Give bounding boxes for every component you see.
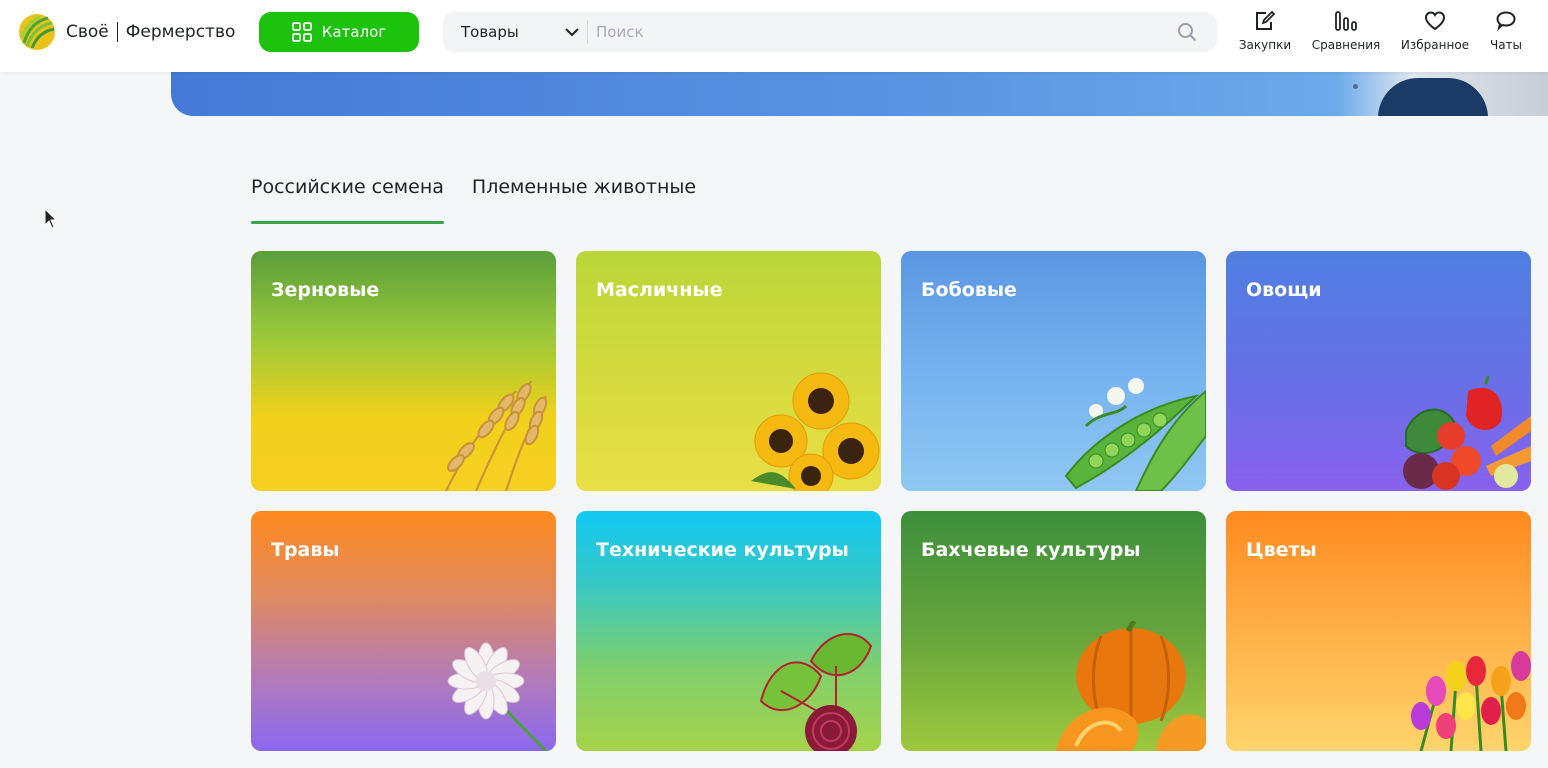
search-category-select[interactable]: Товары — [443, 12, 587, 52]
wheat-icon — [445, 380, 548, 491]
top-header: Своё Фермерство Каталог Товары Поиск Зак… — [0, 0, 1548, 72]
vegetables-icon — [1403, 376, 1531, 490]
nav-favorites-label: Избранное — [1400, 38, 1470, 52]
grid-icon — [291, 22, 312, 42]
nav-purchases[interactable]: Закупки — [1230, 10, 1300, 52]
beet-icon — [759, 633, 873, 751]
category-card-title: Цветы — [1246, 539, 1317, 561]
category-card-herbs[interactable]: Травы — [251, 511, 556, 751]
category-tabs: Российские семена Племенные животные — [251, 176, 724, 224]
nav-compare[interactable]: Сравнения — [1300, 10, 1392, 52]
clover-icon — [447, 642, 548, 751]
purchase-edit-icon — [1256, 10, 1276, 30]
nav-purchases-label: Закупки — [1238, 38, 1292, 52]
tab-breeding-animals[interactable]: Племенные животные — [472, 176, 696, 224]
chat-bubble-icon — [1496, 11, 1516, 32]
category-card-oilseeds[interactable]: Масличные — [576, 251, 881, 491]
category-card-title: Технические культуры — [596, 539, 849, 561]
category-card-title: Бахчевые культуры — [921, 539, 1141, 561]
logo-word-1: Своё — [66, 22, 109, 42]
category-card-title: Овощи — [1246, 279, 1322, 301]
logo-leaf-icon — [19, 14, 55, 50]
search-bar: Товары — [443, 12, 1217, 52]
tulips-icon — [1411, 651, 1531, 751]
category-card-vegetables[interactable]: Овощи — [1226, 251, 1531, 491]
banner-decoration — [1353, 84, 1358, 89]
tab-russian-seeds[interactable]: Российские семена — [251, 176, 444, 224]
catalog-button-label: Каталог — [321, 23, 387, 41]
category-card-legumes[interactable]: Бобовые — [901, 251, 1206, 491]
mouse-cursor-icon — [44, 208, 58, 229]
pumpkin-icon — [1056, 621, 1206, 751]
logo-separator — [116, 22, 118, 42]
category-card-melons[interactable]: Бахчевые культуры — [901, 511, 1206, 751]
site-logo[interactable]: Своё Фермерство — [18, 13, 235, 51]
nav-chats[interactable]: Чаты — [1478, 10, 1534, 52]
search-icon[interactable] — [1167, 12, 1207, 52]
catalog-button[interactable]: Каталог — [259, 12, 419, 52]
peas-icon — [1064, 378, 1206, 491]
search-category-value: Товары — [461, 23, 519, 41]
category-card-flowers[interactable]: Цветы — [1226, 511, 1531, 751]
search-input[interactable] — [588, 12, 1167, 52]
logo-text: Своё Фермерство — [66, 22, 235, 42]
heart-icon — [1424, 11, 1446, 31]
category-grid: Зерновые Масличные Бобовые Овощи Травы Т… — [251, 251, 1531, 751]
category-card-title: Зерновые — [271, 279, 380, 301]
header-nav: Закупки Сравнения Избранное Чаты — [1230, 10, 1534, 54]
nav-chats-label: Чаты — [1489, 38, 1523, 52]
category-card-industrial-crops[interactable]: Технические культуры — [576, 511, 881, 751]
category-card-title: Бобовые — [921, 279, 1017, 301]
chevron-down-icon — [565, 28, 579, 37]
sunflower-icon — [751, 372, 880, 491]
compare-bars-icon — [1335, 11, 1357, 31]
category-card-title: Травы — [271, 539, 340, 561]
category-card-title: Масличные — [596, 279, 723, 301]
nav-favorites[interactable]: Избранное — [1392, 10, 1478, 52]
nav-compare-label: Сравнения — [1311, 38, 1381, 52]
category-card-grains[interactable]: Зерновые — [251, 251, 556, 491]
logo-word-2: Фермерство — [125, 22, 236, 42]
